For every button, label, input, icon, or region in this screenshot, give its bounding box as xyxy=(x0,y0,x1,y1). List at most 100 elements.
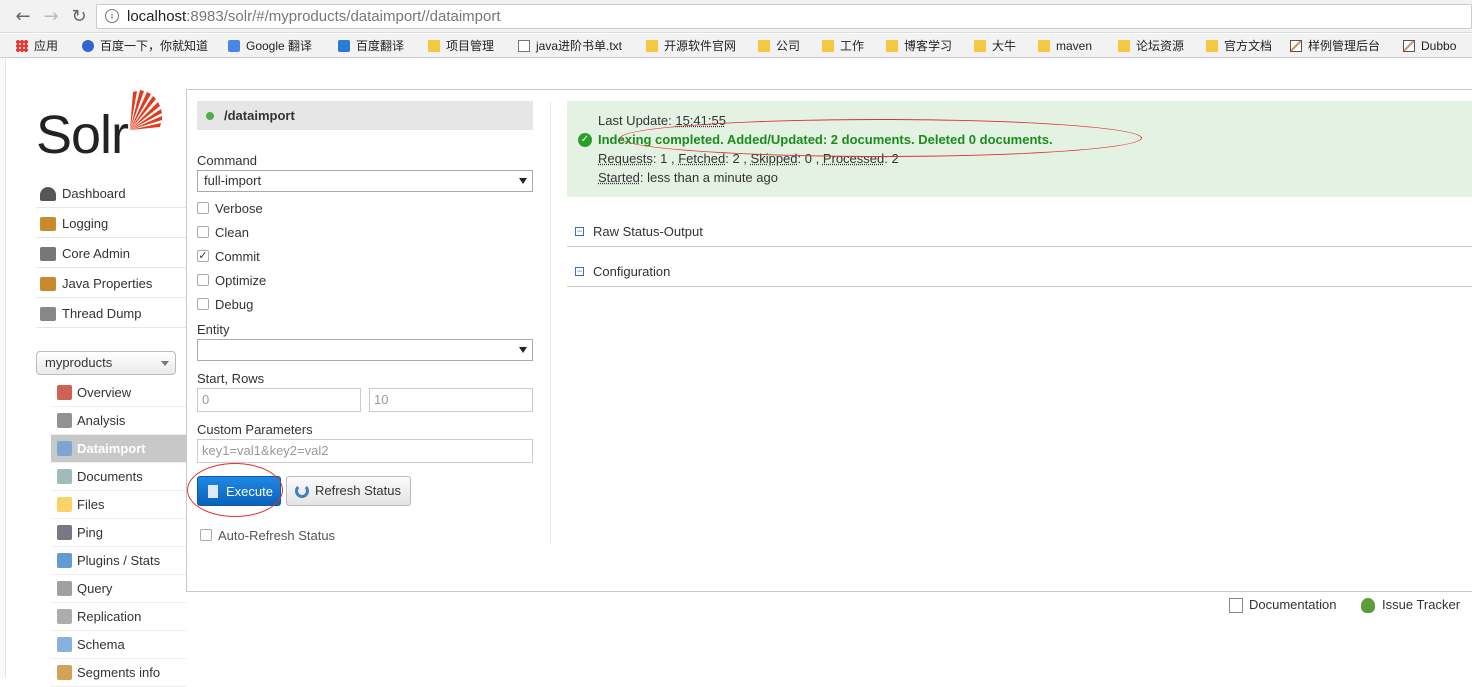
annotation-circle-execute xyxy=(187,463,283,517)
core-nav-item-query[interactable]: Query xyxy=(51,575,186,603)
logging-icon xyxy=(40,217,56,231)
core-nav-item-ping[interactable]: Ping xyxy=(51,519,186,547)
apps-icon xyxy=(16,40,28,52)
query-icon xyxy=(57,581,72,596)
rows-input[interactable]: 10 xyxy=(369,388,533,412)
start-rows-label: Start, Rows xyxy=(197,371,265,386)
core-admin-icon xyxy=(40,247,56,261)
auto-refresh-checkbox[interactable]: Auto-Refresh Status xyxy=(200,527,335,545)
bug-icon xyxy=(1361,598,1375,613)
nav-item-core-admin[interactable]: Core Admin xyxy=(36,240,186,268)
dashboard-icon xyxy=(40,187,56,201)
raw-status-output-toggle[interactable]: − Raw Status-Output xyxy=(567,217,1472,247)
checkbox-box[interactable] xyxy=(197,202,209,214)
url-text: localhost:8983/solr/#/myproducts/dataimp… xyxy=(127,8,501,25)
command-select[interactable]: full-import xyxy=(197,170,533,192)
core-nav-item-segments-info[interactable]: Segments info xyxy=(51,659,186,687)
core-nav-item-analysis[interactable]: Analysis xyxy=(51,407,186,435)
core-nav-item-plugins-stats[interactable]: Plugins / Stats xyxy=(51,547,186,575)
folder-icon xyxy=(1206,40,1218,52)
refresh-icon xyxy=(295,484,309,498)
bookmarks-bar: 应用 百度一下，你就知道 Google 翻译 百度翻译 项目管理 java进阶书单.txt… xyxy=(0,34,1472,58)
core-nav-item-schema[interactable]: Schema xyxy=(51,631,186,659)
clean-checkbox[interactable]: Clean xyxy=(197,224,249,242)
thread-dump-icon xyxy=(40,307,56,321)
divider xyxy=(550,102,551,544)
folder-icon xyxy=(646,40,658,52)
home-icon xyxy=(57,385,72,400)
folder-icon xyxy=(57,497,72,512)
bookmark-item[interactable]: 论坛资源 xyxy=(1118,38,1184,54)
bookmark-item[interactable]: 百度翻译 xyxy=(338,38,404,54)
bookmark-item[interactable]: Google 翻译 xyxy=(228,38,312,54)
bookmark-item[interactable]: 百度一下，你就知道 xyxy=(82,38,208,54)
handler-header[interactable]: /dataimport xyxy=(197,101,533,130)
configuration-toggle[interactable]: − Configuration xyxy=(567,257,1472,287)
browser-toolbar: ← → ↻ i localhost:8983/solr/#/myproducts… xyxy=(0,0,1472,33)
core-selector[interactable]: myproducts xyxy=(36,351,176,375)
checkbox-box[interactable] xyxy=(200,529,212,541)
bookmark-item[interactable]: Dubbo xyxy=(1403,38,1456,54)
google-translate-icon xyxy=(228,40,240,52)
baidu-icon xyxy=(82,40,94,52)
core-nav-item-replication[interactable]: Replication xyxy=(51,603,186,631)
checkbox-box[interactable] xyxy=(197,298,209,310)
address-bar[interactable]: i localhost:8983/solr/#/myproducts/datai… xyxy=(96,4,1472,29)
chevron-down-icon xyxy=(161,361,169,366)
solr-logo[interactable]: Solr xyxy=(36,88,166,165)
bookmark-item[interactable]: 工作 xyxy=(822,38,864,54)
bookmark-item[interactable]: 官方文档 xyxy=(1206,38,1272,54)
core-selector-value: myproducts xyxy=(45,355,113,370)
dropdown-arrow-icon xyxy=(519,347,527,353)
bookmark-item[interactable]: 公司 xyxy=(758,38,800,54)
replication-icon xyxy=(57,609,72,624)
custom-params-label: Custom Parameters xyxy=(197,422,313,437)
core-nav-item-overview[interactable]: Overview xyxy=(51,379,186,407)
forward-arrow-icon[interactable]: → xyxy=(40,6,62,28)
folder-icon xyxy=(1118,40,1130,52)
commit-checkbox[interactable]: ✓ Commit xyxy=(197,248,260,266)
core-nav-item-dataimport[interactable]: Dataimport xyxy=(51,435,186,463)
info-icon[interactable]: i xyxy=(105,9,119,23)
checkbox-box[interactable] xyxy=(197,226,209,238)
schema-icon xyxy=(57,637,72,652)
nav-item-dashboard[interactable]: Dashboard xyxy=(36,180,186,208)
bookmark-item[interactable]: 样例管理后台 xyxy=(1290,38,1380,54)
folder-icon xyxy=(822,40,834,52)
bookmark-item[interactable]: 项目管理 xyxy=(428,38,494,54)
debug-checkbox[interactable]: Debug xyxy=(197,296,253,314)
annotation-ellipse-message xyxy=(620,119,1142,157)
entity-select[interactable] xyxy=(197,339,533,361)
dataimport-icon xyxy=(57,441,72,456)
refresh-status-button[interactable]: Refresh Status xyxy=(286,476,411,506)
bookmark-item[interactable]: maven xyxy=(1038,38,1092,54)
bookmark-item[interactable]: java进阶书单.txt xyxy=(518,38,622,54)
nav-item-java-properties[interactable]: Java Properties xyxy=(36,270,186,298)
core-nav-item-files[interactable]: Files xyxy=(51,491,186,519)
bookmark-item[interactable]: 大牛 xyxy=(974,38,1016,54)
collapse-icon: − xyxy=(575,266,584,276)
verbose-checkbox[interactable]: Verbose xyxy=(197,200,263,218)
custom-params-input[interactable]: key1=val1&key2=val2 xyxy=(197,439,533,463)
bookmark-item[interactable]: 博客学习 xyxy=(886,38,952,54)
checkbox-box[interactable] xyxy=(197,274,209,286)
filter-icon xyxy=(57,413,72,428)
reload-icon[interactable]: ↻ xyxy=(68,6,90,28)
documentation-link[interactable]: Documentation xyxy=(1229,597,1336,613)
folder-icon xyxy=(1038,40,1050,52)
folder-icon xyxy=(974,40,986,52)
back-arrow-icon[interactable]: ← xyxy=(12,6,34,28)
core-nav-item-documents[interactable]: Documents xyxy=(51,463,186,491)
bookmark-item[interactable]: 开源软件官网 xyxy=(646,38,736,54)
nav-item-logging[interactable]: Logging xyxy=(36,210,186,238)
issue-tracker-link[interactable]: Issue Tracker xyxy=(1361,597,1460,613)
folder-icon xyxy=(886,40,898,52)
start-input[interactable]: 0 xyxy=(197,388,361,412)
dropdown-arrow-icon xyxy=(519,178,527,184)
bookmark-item[interactable]: 应用 xyxy=(16,38,58,54)
documentation-icon xyxy=(1229,598,1243,613)
plugins-icon xyxy=(57,553,72,568)
checkbox-box[interactable]: ✓ xyxy=(197,250,209,262)
optimize-checkbox[interactable]: Optimize xyxy=(197,272,266,290)
nav-item-thread-dump[interactable]: Thread Dump xyxy=(36,300,186,328)
